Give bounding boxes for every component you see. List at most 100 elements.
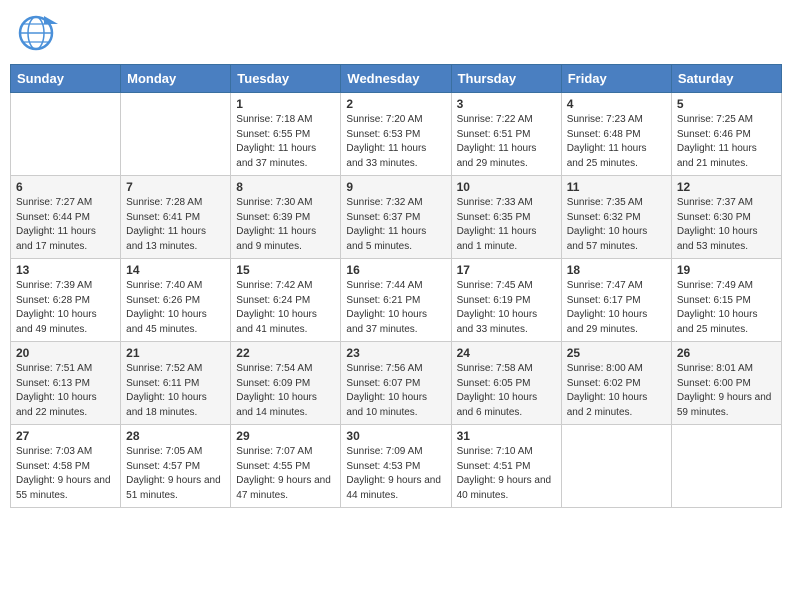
- calendar-cell: 19 Sunrise: 7:49 AM Sunset: 6:15 PM Dayli…: [671, 259, 781, 342]
- day-number: 5: [677, 97, 776, 111]
- day-info: Sunrise: 7:10 AM Sunset: 4:51 PM Dayligh…: [457, 445, 556, 503]
- calendar-week-5: 27 Sunrise: 7:03 AM Sunset: 4:58 PM Dayli…: [11, 425, 782, 508]
- day-header-thursday: Thursday: [451, 65, 561, 93]
- day-info: Sunrise: 7:58 AM Sunset: 6:05 PM Dayligh…: [457, 362, 556, 420]
- day-number: 22: [236, 346, 335, 360]
- calendar-table: SundayMondayTuesdayWednesdayThursdayFrid…: [10, 64, 782, 508]
- day-info: Sunrise: 7:40 AM Sunset: 6:26 PM Dayligh…: [126, 279, 225, 337]
- calendar-cell: 9 Sunrise: 7:32 AM Sunset: 6:37 PM Daylig…: [341, 176, 451, 259]
- day-info: Sunrise: 7:49 AM Sunset: 6:15 PM Dayligh…: [677, 279, 776, 337]
- calendar-cell: 13Sunrise: 7:39 AM Sunset: 6:28 PM Dayli…: [11, 259, 121, 342]
- day-info: Sunrise: 7:05 AM Sunset: 4:57 PM Dayligh…: [126, 445, 225, 503]
- day-number: 30: [346, 429, 445, 443]
- day-header-saturday: Saturday: [671, 65, 781, 93]
- calendar-cell: 16Sunrise: 7:44 AM Sunset: 6:21 PM Dayli…: [341, 259, 451, 342]
- calendar-header-row: SundayMondayTuesdayWednesdayThursdayFrid…: [11, 65, 782, 93]
- calendar-cell: 26 Sunrise: 8:01 AM Sunset: 6:00 PM Dayli…: [671, 342, 781, 425]
- day-info: Sunrise: 7:35 AM Sunset: 6:32 PM Dayligh…: [567, 196, 666, 254]
- day-number: 17: [457, 263, 556, 277]
- day-number: 12: [677, 180, 776, 194]
- day-info: Sunrise: 7:28 AM Sunset: 6:41 PM Dayligh…: [126, 196, 225, 254]
- calendar-cell: 30 Sunrise: 7:09 AM Sunset: 4:53 PM Dayli…: [341, 425, 451, 508]
- day-number: 28: [126, 429, 225, 443]
- day-number: 25: [567, 346, 666, 360]
- calendar-cell: 21 Sunrise: 7:52 AM Sunset: 6:11 PM Dayli…: [121, 342, 231, 425]
- day-info: Sunrise: 7:25 AM Sunset: 6:46 PM Dayligh…: [677, 113, 776, 171]
- calendar-cell: [121, 93, 231, 176]
- day-info: Sunrise: 7:51 AM Sunset: 6:13 PM Dayligh…: [16, 362, 115, 420]
- calendar-cell: 10 Sunrise: 7:33 AM Sunset: 6:35 PM Dayli…: [451, 176, 561, 259]
- day-number: 6: [16, 180, 115, 194]
- day-number: 31: [457, 429, 556, 443]
- day-info: Sunrise: 7:42 AM Sunset: 6:24 PM Dayligh…: [236, 279, 335, 337]
- day-number: 24: [457, 346, 556, 360]
- day-info: Sunrise: 7:27 AM Sunset: 6:44 PM Dayligh…: [16, 196, 115, 254]
- day-number: 11: [567, 180, 666, 194]
- day-info: Sunrise: 7:37 AM Sunset: 6:30 PM Dayligh…: [677, 196, 776, 254]
- day-info: Sunrise: 7:33 AM Sunset: 6:35 PM Dayligh…: [457, 196, 556, 254]
- calendar-cell: 14 Sunrise: 7:40 AM Sunset: 6:26 PM Dayli…: [121, 259, 231, 342]
- day-info: Sunrise: 7:45 AM Sunset: 6:19 PM Dayligh…: [457, 279, 556, 337]
- day-number: 18: [567, 263, 666, 277]
- calendar-cell: 17 Sunrise: 7:45 AM Sunset: 6:19 PM Dayli…: [451, 259, 561, 342]
- calendar-cell: 11 Sunrise: 7:35 AM Sunset: 6:32 PM Dayli…: [561, 176, 671, 259]
- day-number: 29: [236, 429, 335, 443]
- calendar-week-4: 20 Sunrise: 7:51 AM Sunset: 6:13 PM Dayli…: [11, 342, 782, 425]
- calendar-cell: 15 Sunrise: 7:42 AM Sunset: 6:24 PM Dayli…: [231, 259, 341, 342]
- calendar-cell: 22 Sunrise: 7:54 AM Sunset: 6:09 PM Dayli…: [231, 342, 341, 425]
- calendar-cell: [11, 93, 121, 176]
- day-info: Sunrise: 7:32 AM Sunset: 6:37 PM Dayligh…: [346, 196, 445, 254]
- day-number: 14: [126, 263, 225, 277]
- calendar-cell: 8Sunrise: 7:30 AM Sunset: 6:39 PM Daylig…: [231, 176, 341, 259]
- day-number: 21: [126, 346, 225, 360]
- calendar-cell: 31 Sunrise: 7:10 AM Sunset: 4:51 PM Dayli…: [451, 425, 561, 508]
- day-number: 26: [677, 346, 776, 360]
- day-header-monday: Monday: [121, 65, 231, 93]
- calendar-cell: 6 Sunrise: 7:27 AM Sunset: 6:44 PM Daylig…: [11, 176, 121, 259]
- calendar-cell: [561, 425, 671, 508]
- day-header-wednesday: Wednesday: [341, 65, 451, 93]
- calendar-week-3: 13Sunrise: 7:39 AM Sunset: 6:28 PM Dayli…: [11, 259, 782, 342]
- calendar-cell: 20 Sunrise: 7:51 AM Sunset: 6:13 PM Dayli…: [11, 342, 121, 425]
- day-number: 10: [457, 180, 556, 194]
- calendar-cell: 5 Sunrise: 7:25 AM Sunset: 6:46 PM Daylig…: [671, 93, 781, 176]
- day-info: Sunrise: 7:44 AM Sunset: 6:21 PM Dayligh…: [346, 279, 445, 337]
- day-info: Sunrise: 7:52 AM Sunset: 6:11 PM Dayligh…: [126, 362, 225, 420]
- day-number: 20: [16, 346, 115, 360]
- day-number: 23: [346, 346, 445, 360]
- day-info: Sunrise: 7:22 AM Sunset: 6:51 PM Dayligh…: [457, 113, 556, 171]
- calendar-cell: 4Sunrise: 7:23 AM Sunset: 6:48 PM Daylig…: [561, 93, 671, 176]
- day-number: 2: [346, 97, 445, 111]
- day-number: 1: [236, 97, 335, 111]
- calendar-cell: 3Sunrise: 7:22 AM Sunset: 6:51 PM Daylig…: [451, 93, 561, 176]
- logo-globe-icon: [14, 14, 58, 52]
- calendar-cell: 12 Sunrise: 7:37 AM Sunset: 6:30 PM Dayli…: [671, 176, 781, 259]
- day-info: Sunrise: 7:18 AM Sunset: 6:55 PM Dayligh…: [236, 113, 335, 171]
- day-info: Sunrise: 7:20 AM Sunset: 6:53 PM Dayligh…: [346, 113, 445, 171]
- calendar-cell: 25 Sunrise: 8:00 AM Sunset: 6:02 PM Dayli…: [561, 342, 671, 425]
- day-info: Sunrise: 7:07 AM Sunset: 4:55 PM Dayligh…: [236, 445, 335, 503]
- calendar-cell: 2 Sunrise: 7:20 AM Sunset: 6:53 PM Daylig…: [341, 93, 451, 176]
- day-info: Sunrise: 8:01 AM Sunset: 6:00 PM Dayligh…: [677, 362, 776, 420]
- logo: [14, 14, 60, 52]
- day-header-tuesday: Tuesday: [231, 65, 341, 93]
- day-info: Sunrise: 8:00 AM Sunset: 6:02 PM Dayligh…: [567, 362, 666, 420]
- day-number: 9: [346, 180, 445, 194]
- day-info: Sunrise: 7:30 AM Sunset: 6:39 PM Dayligh…: [236, 196, 335, 254]
- day-number: 19: [677, 263, 776, 277]
- calendar-cell: 28 Sunrise: 7:05 AM Sunset: 4:57 PM Dayli…: [121, 425, 231, 508]
- calendar-week-1: 1 Sunrise: 7:18 AM Sunset: 6:55 PM Daylig…: [11, 93, 782, 176]
- calendar-cell: [671, 425, 781, 508]
- day-info: Sunrise: 7:09 AM Sunset: 4:53 PM Dayligh…: [346, 445, 445, 503]
- day-number: 27: [16, 429, 115, 443]
- day-info: Sunrise: 7:23 AM Sunset: 6:48 PM Dayligh…: [567, 113, 666, 171]
- day-info: Sunrise: 7:54 AM Sunset: 6:09 PM Dayligh…: [236, 362, 335, 420]
- day-info: Sunrise: 7:47 AM Sunset: 6:17 PM Dayligh…: [567, 279, 666, 337]
- calendar-week-2: 6 Sunrise: 7:27 AM Sunset: 6:44 PM Daylig…: [11, 176, 782, 259]
- day-header-friday: Friday: [561, 65, 671, 93]
- calendar-cell: 24 Sunrise: 7:58 AM Sunset: 6:05 PM Dayli…: [451, 342, 561, 425]
- calendar-cell: 7Sunrise: 7:28 AM Sunset: 6:41 PM Daylig…: [121, 176, 231, 259]
- day-number: 15: [236, 263, 335, 277]
- day-info: Sunrise: 7:03 AM Sunset: 4:58 PM Dayligh…: [16, 445, 115, 503]
- day-info: Sunrise: 7:39 AM Sunset: 6:28 PM Dayligh…: [16, 279, 115, 337]
